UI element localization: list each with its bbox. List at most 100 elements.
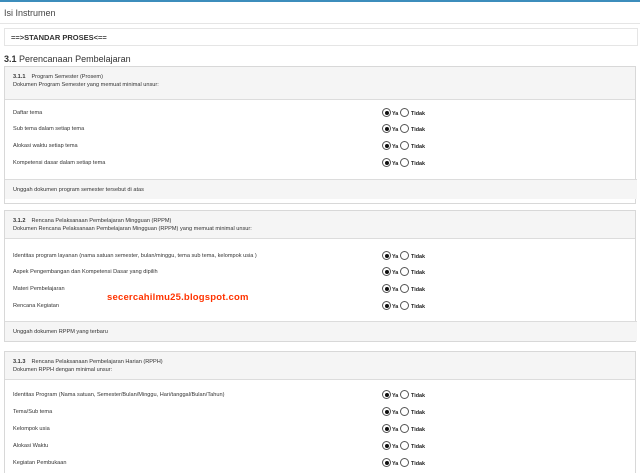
list-item: Tema/Sub tema Ya Tidak bbox=[13, 406, 629, 422]
item-label: Aspek Pengembangan dan Kompetensi Dasar … bbox=[13, 269, 158, 275]
item-label: Kelompok usia bbox=[13, 426, 50, 432]
list-item: Kegiatan Pembukaan Ya Tidak bbox=[13, 457, 629, 473]
radio-ya[interactable] bbox=[382, 251, 391, 260]
section-title: 3.1 Perencanaan Pembelajaran bbox=[4, 54, 131, 64]
panel-subtitle: Dokumen RPPH dengan minimal unsur: bbox=[13, 367, 113, 373]
panel-rppm: 3.1.2 Rencana Pelaksanaan Pembelajaran Mi… bbox=[4, 210, 637, 342]
radio-ya[interactable] bbox=[382, 301, 391, 310]
radio-ya[interactable] bbox=[382, 407, 391, 416]
radio-tidak-label: Tidak bbox=[411, 427, 425, 433]
radio-tidak[interactable] bbox=[400, 407, 409, 416]
radio-tidak-label: Tidak bbox=[411, 144, 425, 150]
list-item: Materi Pembelajaran Ya Tidak bbox=[13, 283, 629, 299]
radio-tidak[interactable] bbox=[400, 390, 409, 399]
item-label: Daftar tema bbox=[13, 110, 43, 116]
radio-tidak[interactable] bbox=[400, 301, 409, 310]
item-label: Rencana Kegiatan bbox=[13, 303, 60, 309]
radio-tidak[interactable] bbox=[400, 141, 409, 150]
radio-tidak-label: Tidak bbox=[411, 161, 425, 167]
panel-rpph: 3.1.3 Rencana Pelaksanaan Pembelajaran Ha… bbox=[4, 351, 636, 473]
list-item: Alokasi waktu setiap tema Ya Tidak bbox=[13, 140, 629, 156]
radio-tidak-label: Tidak bbox=[411, 461, 425, 467]
list-item: Daftar tema Ya Tidak bbox=[13, 107, 629, 123]
radio-ya-label: Ya bbox=[392, 254, 399, 260]
radio-tidak-label: Tidak bbox=[411, 444, 425, 450]
panel-title: Rencana Pelaksanaan Pembelajaran Minggua… bbox=[31, 218, 172, 224]
standard-label: ==>STANDAR PROSES<== bbox=[11, 33, 107, 42]
list-item: Kelompok usia Ya Tidak bbox=[13, 423, 629, 439]
radio-ya-label: Ya bbox=[392, 427, 399, 433]
radio-ya[interactable] bbox=[382, 390, 391, 399]
radio-ya-label: Ya bbox=[392, 410, 399, 416]
radio-tidak-label: Tidak bbox=[411, 127, 425, 133]
item-label: Materi Pembelajaran bbox=[13, 286, 65, 292]
radio-tidak-label: Tidak bbox=[411, 393, 425, 399]
radio-ya[interactable] bbox=[382, 158, 391, 167]
section-number: 3.1 bbox=[4, 54, 17, 64]
panel-title: Rencana Pelaksanaan Pembelajaran Harian … bbox=[31, 359, 163, 365]
list-item: Sub tema dalam setiap tema Ya Tidak bbox=[13, 123, 629, 139]
radio-ya-label: Ya bbox=[392, 161, 399, 167]
upload-footer[interactable]: Unggah dokumen RPPM yang terbaru bbox=[5, 321, 637, 341]
radio-tidak[interactable] bbox=[400, 108, 409, 117]
radio-tidak-label: Tidak bbox=[411, 270, 425, 276]
radio-tidak-label: Tidak bbox=[411, 287, 425, 293]
radio-tidak-label: Tidak bbox=[411, 410, 425, 416]
item-label: Identitas program layanan (nama satuan s… bbox=[13, 253, 257, 259]
radio-ya[interactable] bbox=[382, 108, 391, 117]
radio-ya-label: Ya bbox=[392, 287, 399, 293]
upload-footer[interactable]: Unggah dokumen program semester tersebut… bbox=[5, 179, 637, 199]
page-header: Isi Instrumen bbox=[0, 2, 640, 24]
radio-tidak[interactable] bbox=[400, 458, 409, 467]
radio-ya-label: Ya bbox=[392, 270, 399, 276]
radio-tidak[interactable] bbox=[400, 267, 409, 276]
radio-ya-label: Ya bbox=[392, 393, 399, 399]
radio-tidak[interactable] bbox=[400, 251, 409, 260]
list-item: Alokasi Waktu Ya Tidak bbox=[13, 440, 629, 456]
radio-tidak[interactable] bbox=[400, 124, 409, 133]
item-label: Alokasi waktu setiap tema bbox=[13, 143, 78, 149]
standard-box: ==>STANDAR PROSES<== bbox=[4, 28, 638, 46]
panel-subtitle: Dokumen Rencana Pelaksanaan Pembelajaran… bbox=[13, 226, 252, 232]
radio-tidak[interactable] bbox=[400, 158, 409, 167]
radio-ya-label: Ya bbox=[392, 127, 399, 133]
radio-tidak[interactable] bbox=[400, 284, 409, 293]
panel-number: 3.1.3 bbox=[13, 359, 26, 365]
item-label: Tema/Sub tema bbox=[13, 409, 53, 415]
item-label: Identitas Program (Nama satuan, Semester… bbox=[13, 392, 225, 398]
panel-subtitle: Dokumen Program Semester yang memuat min… bbox=[13, 82, 159, 88]
radio-ya[interactable] bbox=[382, 267, 391, 276]
panel-number: 3.1.1 bbox=[13, 74, 26, 80]
panel-title: Program Semester (Prosem) bbox=[31, 74, 103, 80]
radio-ya[interactable] bbox=[382, 284, 391, 293]
radio-ya-label: Ya bbox=[392, 444, 399, 450]
radio-ya[interactable] bbox=[382, 124, 391, 133]
panel-prosem: 3.1.1 Program Semester (Prosem) Dokumen P… bbox=[4, 66, 637, 204]
panel-number: 3.1.2 bbox=[13, 218, 26, 224]
upload-label: Unggah dokumen RPPM yang terbaru bbox=[13, 329, 108, 335]
watermark-text: secercahilmu25.blogspot.com bbox=[107, 292, 249, 303]
list-item: Aspek Pengembangan dan Kompetensi Dasar … bbox=[13, 266, 629, 282]
radio-ya-label: Ya bbox=[392, 461, 399, 467]
page-title: Isi Instrumen bbox=[4, 8, 56, 18]
radio-ya-label: Ya bbox=[392, 144, 399, 150]
item-label: Sub tema dalam setiap tema bbox=[13, 126, 85, 132]
upload-label: Unggah dokumen program semester tersebut… bbox=[13, 187, 144, 193]
radio-tidak[interactable] bbox=[400, 441, 409, 450]
panel-header: 3.1.1 Program Semester (Prosem) Dokumen P… bbox=[5, 67, 635, 100]
section-name: Perencanaan Pembelajaran bbox=[19, 54, 131, 64]
radio-tidak-label: Tidak bbox=[411, 111, 425, 117]
radio-ya-label: Ya bbox=[392, 304, 399, 310]
radio-ya[interactable] bbox=[382, 458, 391, 467]
radio-ya-label: Ya bbox=[392, 111, 399, 117]
item-label: Kegiatan Pembukaan bbox=[13, 460, 67, 466]
radio-tidak[interactable] bbox=[400, 424, 409, 433]
item-label: Kompetensi dasar dalam setiap tema bbox=[13, 160, 106, 166]
radio-ya[interactable] bbox=[382, 424, 391, 433]
list-item: Identitas program layanan (nama satuan s… bbox=[13, 250, 629, 266]
radio-ya[interactable] bbox=[382, 141, 391, 150]
radio-ya[interactable] bbox=[382, 441, 391, 450]
radio-tidak-label: Tidak bbox=[411, 304, 425, 310]
list-item: Rencana Kegiatan Ya Tidak bbox=[13, 300, 629, 316]
panel-header: 3.1.3 Rencana Pelaksanaan Pembelajaran Ha… bbox=[5, 352, 635, 380]
